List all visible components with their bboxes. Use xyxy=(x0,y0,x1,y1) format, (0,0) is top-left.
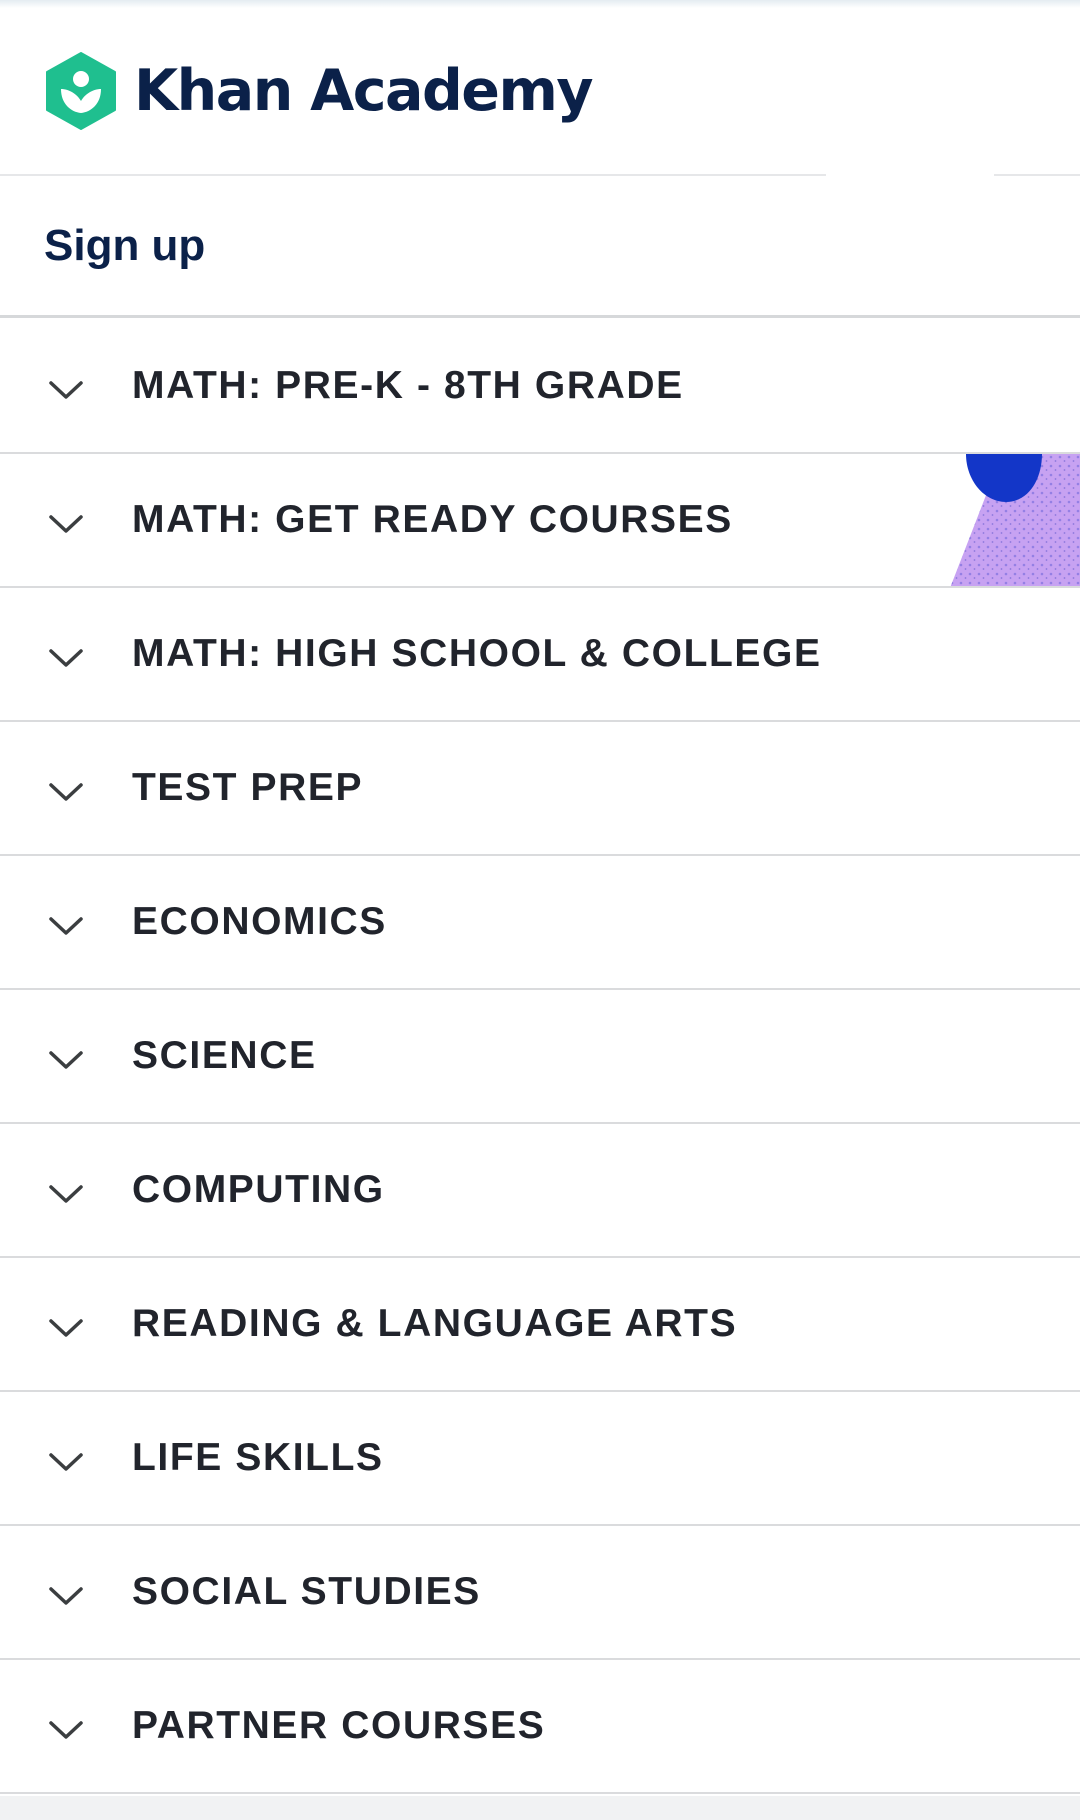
chevron-down-icon xyxy=(49,649,83,667)
menu-item-reading-language-arts[interactable]: READING & LANGUAGE ARTS xyxy=(0,1258,1080,1392)
menu-item-label: MATH: HIGH SCHOOL & COLLEGE xyxy=(132,632,822,675)
chevron-down-icon xyxy=(49,1453,83,1471)
chevron-down-icon xyxy=(49,1185,83,1203)
menu-item-math-pre-k-8th-grade[interactable]: MATH: PRE-K - 8TH GRADE xyxy=(0,320,1080,454)
menu-item-label: SCIENCE xyxy=(132,1034,317,1077)
khan-academy-logo[interactable]: Khan Academy xyxy=(44,52,594,130)
bottom-strip xyxy=(0,1796,1080,1820)
menu-item-label: MATH: GET READY COURSES xyxy=(132,498,733,541)
menu-item-math-get-ready-courses[interactable]: MATH: GET READY COURSES xyxy=(0,454,1080,588)
sign-up-link[interactable]: Sign up xyxy=(0,176,1080,318)
menu-item-label: MATH: PRE-K - 8TH GRADE xyxy=(132,364,684,407)
menu-item-economics[interactable]: ECONOMICS xyxy=(0,856,1080,990)
menu-item-label: COMPUTING xyxy=(132,1168,385,1211)
menu-item-label: LIFE SKILLS xyxy=(132,1436,384,1479)
top-edge xyxy=(0,0,1080,8)
subject-menu: MATH: PRE-K - 8TH GRADE MATH: GET READY … xyxy=(0,320,1080,1794)
chevron-down-icon xyxy=(49,1587,83,1605)
chevron-down-icon xyxy=(49,917,83,935)
chevron-down-icon xyxy=(49,381,83,399)
khan-leaf-logo-icon xyxy=(46,52,116,130)
menu-item-life-skills[interactable]: LIFE SKILLS xyxy=(0,1392,1080,1526)
sign-up-label: Sign up xyxy=(44,220,206,270)
chevron-down-icon xyxy=(49,1721,83,1739)
brand-name: Khan Academy xyxy=(134,57,594,124)
menu-item-label: PARTNER COURSES xyxy=(132,1704,546,1747)
menu-item-test-prep[interactable]: TEST PREP xyxy=(0,722,1080,856)
chevron-down-icon xyxy=(49,1051,83,1069)
menu-item-science[interactable]: SCIENCE xyxy=(0,990,1080,1124)
chevron-down-icon xyxy=(49,783,83,801)
chevron-down-icon xyxy=(49,1319,83,1337)
menu-item-computing[interactable]: COMPUTING xyxy=(0,1124,1080,1258)
menu-item-label: SOCIAL STUDIES xyxy=(132,1570,481,1613)
menu-item-label: ECONOMICS xyxy=(132,900,387,943)
menu-item-label: READING & LANGUAGE ARTS xyxy=(132,1302,738,1345)
menu-item-partner-courses[interactable]: PARTNER COURSES xyxy=(0,1660,1080,1794)
decorative-illustration xyxy=(950,454,1080,586)
menu-item-math-high-school-college[interactable]: MATH: HIGH SCHOOL & COLLEGE xyxy=(0,588,1080,722)
menu-item-social-studies[interactable]: SOCIAL STUDIES xyxy=(0,1526,1080,1660)
header: Khan Academy xyxy=(0,8,1080,174)
chevron-down-icon xyxy=(49,515,83,533)
menu-item-label: TEST PREP xyxy=(132,766,364,809)
